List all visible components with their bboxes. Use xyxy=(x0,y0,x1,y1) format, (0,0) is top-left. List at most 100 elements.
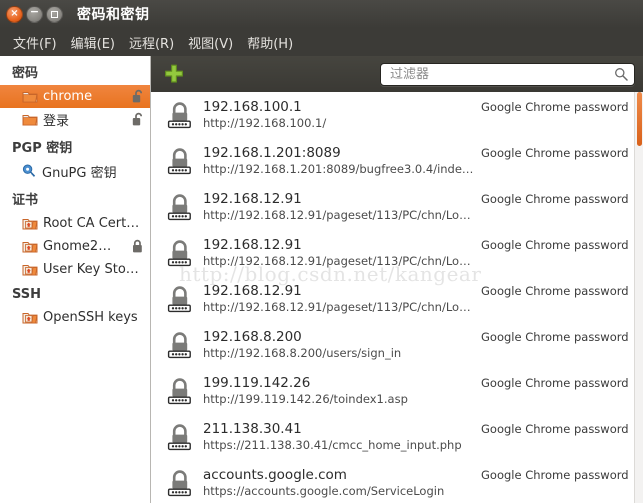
minimize-button[interactable]: − xyxy=(26,5,43,23)
menu-item-view[interactable]: 视图(V) xyxy=(181,30,240,55)
sidebar-item-label: Root CA Cert… xyxy=(43,216,140,231)
menu-item-help[interactable]: 帮助(H) xyxy=(240,30,300,55)
password-lock-icon xyxy=(167,470,191,497)
maximize-icon xyxy=(51,10,58,18)
row-type: Google Chrome password xyxy=(481,238,629,252)
row-type: Google Chrome password xyxy=(481,376,629,390)
menu-item-file[interactable]: 文件(F) xyxy=(6,30,64,55)
sidebar-section-ssh: SSH xyxy=(12,287,42,302)
row-subtitle: http://192.168.100.1/ xyxy=(203,116,327,130)
locked-padlock-icon xyxy=(133,239,142,253)
sidebar-item-chrome[interactable]: chrome xyxy=(0,85,150,108)
sidebar-item-label: User Key Sto… xyxy=(43,262,139,277)
password-lock-icon xyxy=(167,424,191,451)
main-content: 密码 chrome 登录 PGP 密钥 GnuPG 密钥 证书 Root CA … xyxy=(0,56,643,503)
row-title: 192.168.12.91 xyxy=(203,283,302,299)
row-type: Google Chrome password xyxy=(481,146,629,160)
sidebar-section-passwords: 密码 xyxy=(12,66,39,81)
window-controls: × − xyxy=(6,5,63,23)
row-type: Google Chrome password xyxy=(481,468,629,482)
filter-field[interactable] xyxy=(380,62,635,86)
search-input[interactable] xyxy=(390,66,614,82)
sidebar-item-label: chrome xyxy=(43,89,93,104)
password-lock-icon xyxy=(167,240,191,267)
table-row[interactable]: 192.168.12.91 http://192.168.12.91/pages… xyxy=(151,230,643,276)
folder-icon xyxy=(22,114,38,125)
row-subtitle: http://192.168.12.91/pageset/113/PC/chn/… xyxy=(203,208,471,222)
seahorse-window: × − 密码和密钥 文件(F) 编辑(E) 远程(R) 视图(V) 帮助(H) … xyxy=(0,0,643,503)
row-type: Google Chrome password xyxy=(481,330,629,344)
row-title: 211.138.30.41 xyxy=(203,421,302,437)
row-title: 192.168.12.91 xyxy=(203,191,302,207)
certificate-folder-icon xyxy=(22,264,38,275)
sidebar-item-login[interactable]: 登录 xyxy=(0,108,150,131)
row-subtitle: http://192.168.8.200/users/sign_in xyxy=(203,346,402,360)
password-lock-icon xyxy=(167,148,191,175)
table-row[interactable]: 192.168.1.201:8089 http://192.168.1.201:… xyxy=(151,138,643,184)
sidebar: 密码 chrome 登录 PGP 密钥 GnuPG 密钥 证书 Root CA … xyxy=(0,56,151,503)
sidebar-item-gnupg-keys[interactable]: GnuPG 密钥 xyxy=(0,160,150,183)
scrollbar-thumb[interactable] xyxy=(637,92,642,146)
row-type: Google Chrome password xyxy=(481,284,629,298)
row-type: Google Chrome password xyxy=(481,192,629,206)
row-title: accounts.google.com xyxy=(203,467,347,483)
row-subtitle: http://199.119.142.26/toindex1.asp xyxy=(203,392,408,406)
sidebar-item-label: 登录 xyxy=(43,114,70,129)
certificate-folder-icon xyxy=(22,312,38,323)
sidebar-item-label: GnuPG 密钥 xyxy=(42,166,117,181)
sidebar-item-label: Gnome2… xyxy=(43,239,112,254)
row-title: 192.168.12.91 xyxy=(203,237,302,253)
row-title: 192.168.1.201:8089 xyxy=(203,145,341,161)
sidebar-item-gnome2[interactable]: Gnome2… xyxy=(0,235,150,258)
certificate-folder-icon xyxy=(22,218,38,229)
table-row[interactable]: 192.168.8.200 http://192.168.8.200/users… xyxy=(151,322,643,368)
row-subtitle: http://192.168.12.91/pageset/113/PC/chn/… xyxy=(203,300,471,314)
row-subtitle: https://211.138.30.41/cmcc_home_input.ph… xyxy=(203,438,462,452)
search-icon[interactable] xyxy=(614,67,628,81)
table-row[interactable]: 192.168.12.91 http://192.168.12.91/pages… xyxy=(151,276,643,322)
close-icon: × xyxy=(10,8,19,19)
vertical-scrollbar[interactable] xyxy=(634,92,643,503)
table-row[interactable]: 192.168.100.1 http://192.168.100.1/ Goog… xyxy=(151,92,643,138)
row-title: 192.168.8.200 xyxy=(203,329,302,345)
password-list[interactable]: http://blog.csdn.net/kangear 192.168.100… xyxy=(151,92,643,503)
unlocked-padlock-icon xyxy=(132,89,143,103)
plus-icon xyxy=(165,64,183,83)
row-type: Google Chrome password xyxy=(481,100,629,114)
password-lock-icon xyxy=(167,332,191,359)
add-button[interactable] xyxy=(161,61,187,87)
toolbar xyxy=(151,56,643,92)
table-row[interactable]: 192.168.12.91 http://192.168.12.91/pages… xyxy=(151,184,643,230)
maximize-button[interactable] xyxy=(46,5,63,23)
row-subtitle: http://192.168.1.201:8089/bugfree3.0.4/i… xyxy=(203,162,474,176)
row-subtitle: https://accounts.google.com/ServiceLogin xyxy=(203,484,445,498)
password-lock-icon xyxy=(167,102,191,129)
sidebar-section-certificates: 证书 xyxy=(12,193,39,208)
sidebar-item-openssh-keys[interactable]: OpenSSH keys xyxy=(0,306,150,329)
right-pane: http://blog.csdn.net/kangear 192.168.100… xyxy=(151,56,643,503)
key-icon xyxy=(22,164,36,177)
password-lock-icon xyxy=(167,194,191,221)
table-row[interactable]: 211.138.30.41 https://211.138.30.41/cmcc… xyxy=(151,414,643,460)
window-title: 密码和密钥 xyxy=(77,7,150,23)
sidebar-item-user-key-storage[interactable]: User Key Sto… xyxy=(0,258,150,281)
close-button[interactable]: × xyxy=(6,5,23,23)
sidebar-item-root-ca-certificates[interactable]: Root CA Cert… xyxy=(0,212,150,235)
row-subtitle: http://192.168.12.91/pageset/113/PC/chn/… xyxy=(203,254,471,268)
unlocked-padlock-icon xyxy=(132,112,143,126)
sidebar-section-pgp-keys: PGP 密钥 xyxy=(12,141,73,156)
minimize-icon: − xyxy=(29,5,40,18)
row-type: Google Chrome password xyxy=(481,422,629,436)
folder-icon xyxy=(22,91,38,102)
row-title: 192.168.100.1 xyxy=(203,99,302,115)
sidebar-item-label: OpenSSH keys xyxy=(43,310,138,325)
table-row[interactable]: accounts.google.com https://accounts.goo… xyxy=(151,460,643,503)
password-lock-icon xyxy=(167,286,191,313)
certificate-folder-icon xyxy=(22,241,38,252)
password-lock-icon xyxy=(167,378,191,405)
title-bar: × − 密码和密钥 xyxy=(0,0,643,28)
table-row[interactable]: 199.119.142.26 http://199.119.142.26/toi… xyxy=(151,368,643,414)
row-title: 199.119.142.26 xyxy=(203,375,311,391)
menu-item-edit[interactable]: 编辑(E) xyxy=(64,30,122,55)
menu-item-remote[interactable]: 远程(R) xyxy=(122,30,181,55)
